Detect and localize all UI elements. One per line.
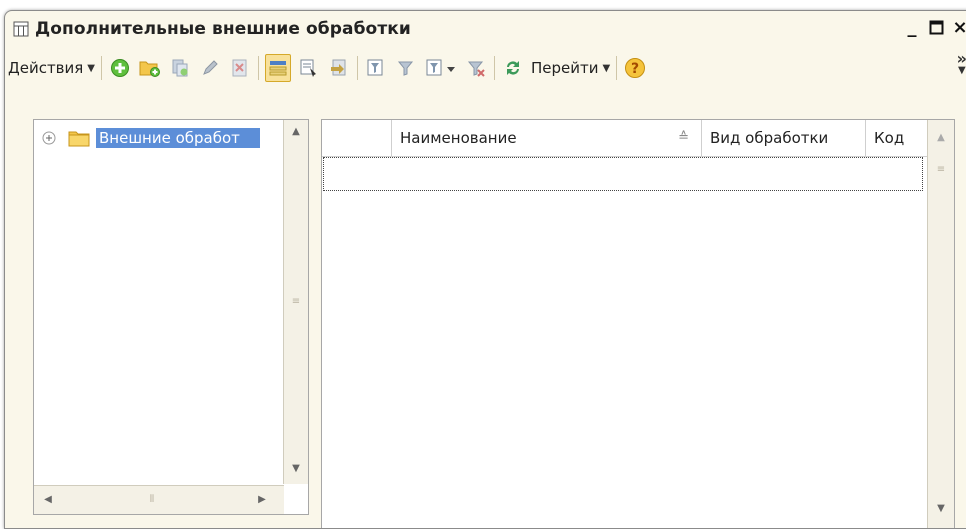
scroll-thumb[interactable]: ≡ — [286, 296, 306, 307]
column-header-label: Наименование — [400, 129, 517, 147]
window-title: Дополнительные внешние обработки — [35, 19, 411, 39]
svg-text:?: ? — [631, 61, 639, 77]
delete-icon[interactable] — [228, 55, 252, 81]
scroll-down-icon[interactable]: ▼ — [286, 463, 306, 474]
tree-view-icon[interactable] — [265, 54, 291, 82]
add-group-icon[interactable] — [138, 55, 162, 81]
tree-vertical-scrollbar[interactable]: ▲ ≡ ▼ — [283, 120, 308, 484]
filter-icon[interactable] — [364, 55, 388, 81]
actions-menu-label: Действия — [8, 59, 84, 77]
maximize-button[interactable] — [927, 17, 945, 37]
scroll-down-icon[interactable]: ▼ — [931, 503, 951, 514]
column-header-label: Вид обработки — [710, 129, 829, 147]
actions-menu[interactable]: Действия ▼ — [5, 54, 98, 82]
tree-horizontal-scrollbar[interactable]: ◀ ⦀ ▶ — [34, 485, 284, 514]
chevron-down-icon: ▼ — [957, 65, 966, 76]
folder-icon — [68, 129, 90, 147]
toolbar-separator — [494, 56, 495, 80]
filter-by-value-icon[interactable] — [394, 55, 418, 81]
expand-icon[interactable] — [42, 130, 58, 146]
refresh-icon[interactable] — [501, 55, 525, 81]
table-row-focused[interactable] — [323, 157, 923, 191]
edit-icon[interactable] — [198, 55, 222, 81]
column-header-name[interactable]: Наименование ≙ — [392, 120, 702, 156]
list-form-icon — [13, 21, 29, 37]
tree-item-root[interactable]: Внешние обработ — [42, 126, 260, 150]
goto-menu-label: Перейти — [531, 59, 599, 77]
tree-item-label: Внешние обработ — [96, 128, 260, 148]
scroll-thumb[interactable]: ⦀ — [142, 494, 162, 505]
filter-dropdown-icon[interactable] — [424, 55, 458, 81]
add-icon[interactable] — [108, 55, 132, 81]
help-icon[interactable]: ? — [623, 55, 647, 81]
close-button[interactable]: × — [951, 17, 966, 38]
select-icon[interactable] — [297, 55, 321, 81]
tree-panel: Внешние обработ ▲ ≡ ▼ ◀ ⦀ ▶ — [33, 119, 309, 515]
scroll-up-icon[interactable]: ▲ — [286, 126, 306, 137]
scroll-thumb[interactable]: ≡ — [931, 164, 951, 175]
scroll-left-icon[interactable]: ◀ — [38, 494, 58, 505]
goto-menu[interactable]: Перейти ▼ — [528, 54, 613, 82]
toolbar-separator — [258, 56, 259, 80]
clear-filter-icon[interactable] — [464, 55, 488, 81]
scroll-up-icon[interactable]: ▲ — [931, 132, 951, 143]
chevron-down-icon: ▼ — [602, 62, 611, 74]
column-header-label: Код — [874, 129, 905, 147]
chevron-down-icon: ▼ — [87, 62, 95, 74]
external-processing-window: Дополнительные внешние обработки _ × Дей… — [4, 10, 966, 529]
table-header: Наименование ≙ Вид обработки Код — [322, 120, 928, 157]
toolbar: Действия ▼ Перейти ▼ ? — [5, 47, 966, 89]
move-icon[interactable] — [327, 55, 351, 81]
minimize-button[interactable]: _ — [903, 17, 921, 38]
toolbar-separator — [616, 56, 618, 80]
copy-icon[interactable] — [168, 55, 192, 81]
column-header-icon[interactable] — [322, 120, 392, 156]
toolbar-separator — [357, 56, 358, 80]
double-chevron-icon: » — [956, 49, 966, 68]
table-vertical-scrollbar[interactable]: ▲ ≡ ▼ — [927, 120, 954, 528]
column-header-type[interactable]: Вид обработки — [702, 120, 866, 156]
title-bar: Дополнительные внешние обработки _ × — [5, 11, 966, 47]
toolbar-overflow-button[interactable]: » ▼ — [956, 49, 966, 77]
toolbar-separator — [101, 56, 102, 80]
column-header-code[interactable]: Код — [866, 120, 928, 156]
scroll-right-icon[interactable]: ▶ — [252, 494, 272, 505]
list-panel: Наименование ≙ Вид обработки Код ▲ ≡ ▼ — [321, 119, 955, 528]
sort-ascending-icon: ≙ — [678, 130, 689, 145]
